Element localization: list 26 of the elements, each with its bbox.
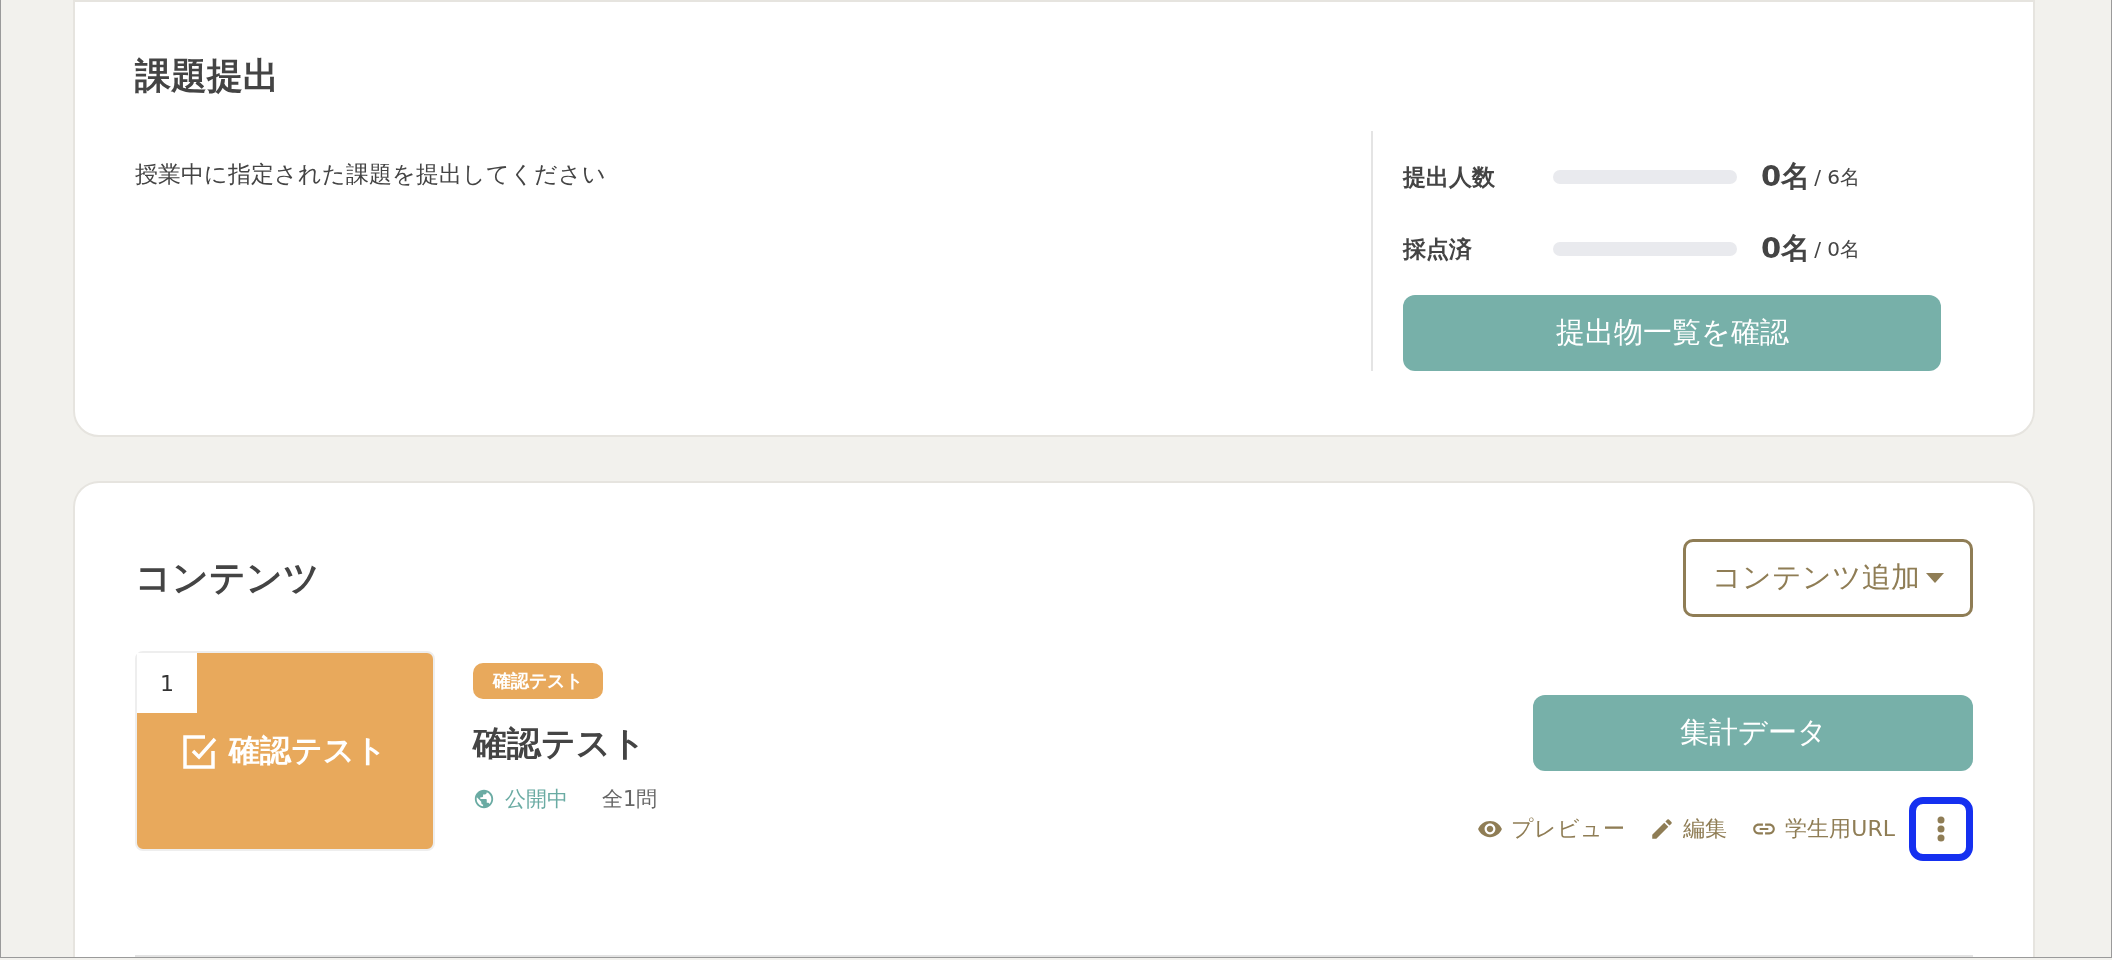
edit-link[interactable]: 編集 [1649, 814, 1728, 844]
stat-total: / 0名 [1814, 235, 1860, 263]
content-title: 確認テスト [473, 722, 646, 765]
stat-label: 提出人数 [1403, 162, 1496, 192]
section-title: コンテンツ [135, 555, 320, 600]
summary-button[interactable]: 集計データ [1533, 695, 1973, 771]
checkbox-icon [183, 733, 219, 769]
caret-icon [1926, 573, 1944, 583]
submissions-button[interactable]: 提出物一覧を確認 [1403, 295, 1941, 371]
description: 授業中に指定された課題を提出してください [135, 160, 607, 189]
question-count: 全1問 [602, 786, 658, 813]
more-icon [1937, 816, 1945, 842]
stat-total: / 6名 [1814, 163, 1860, 191]
publish-status: 公開中 [505, 786, 568, 813]
section-title: 課題提出 [135, 54, 280, 98]
item-number: 1 [137, 653, 197, 713]
stat-count: 0名 [1761, 230, 1811, 267]
preview-link[interactable]: プレビュー [1477, 814, 1626, 844]
add-content-button[interactable]: コンテンツ追加 [1683, 539, 1973, 617]
stat-label: 採点済 [1403, 234, 1473, 264]
stat-count: 0名 [1761, 158, 1811, 195]
thumbnail-label: 確認テスト [229, 731, 387, 770]
type-badge: 確認テスト [473, 663, 603, 699]
content-thumbnail[interactable]: 1 確認テスト [135, 651, 435, 851]
more-button[interactable] [1909, 797, 1973, 861]
link-link[interactable]: 学生用URL [1751, 814, 1895, 844]
